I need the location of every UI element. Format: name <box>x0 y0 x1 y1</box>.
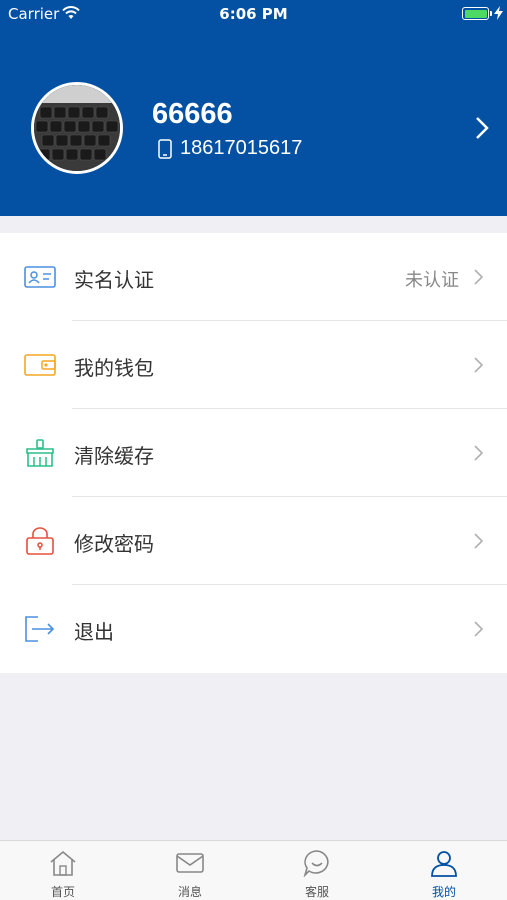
phone-number: 18617015617 <box>180 137 303 159</box>
verification-status: 未认证 <box>405 270 459 291</box>
charging-icon <box>494 6 503 20</box>
status-time: 6:06 PM <box>219 5 288 23</box>
menu-label: 修改密码 <box>74 532 154 556</box>
battery-icon <box>462 7 489 20</box>
menu-item-verification[interactable]: 实名认证 未认证 <box>0 233 507 321</box>
avatar-photo <box>34 85 120 171</box>
menu-label: 清除缓存 <box>74 444 154 468</box>
mail-icon <box>176 853 204 873</box>
tab-label: 我的 <box>431 885 456 899</box>
tab-support[interactable]: 客服 <box>254 841 380 900</box>
menu-item-logout[interactable]: 退出 <box>0 585 507 673</box>
menu-label: 实名认证 <box>74 268 154 292</box>
tab-bar: 首页 消息 客服 我的 <box>0 840 507 900</box>
tab-home[interactable]: 首页 <box>0 841 126 900</box>
wallet-icon <box>24 354 56 376</box>
user-icon <box>431 851 457 877</box>
menu-item-clear-cache[interactable]: 清除缓存 <box>0 409 507 497</box>
battery-tip <box>490 11 492 16</box>
status-bar: Carrier 6:06 PM <box>0 0 507 28</box>
profile-row[interactable]: 66666 18617015617 <box>0 78 507 178</box>
tab-label: 消息 <box>177 885 202 899</box>
chat-icon <box>303 850 329 877</box>
chevron-right-icon[interactable] <box>475 116 489 140</box>
username: 66666 <box>152 98 233 130</box>
lock-icon <box>26 527 54 555</box>
menu-item-wallet[interactable]: 我的钱包 <box>0 321 507 409</box>
chevron-right-icon <box>474 357 483 373</box>
chevron-right-icon <box>474 269 483 285</box>
logout-icon <box>25 616 55 642</box>
menu-item-change-password[interactable]: 修改密码 <box>0 497 507 585</box>
menu-label: 我的钱包 <box>74 356 154 380</box>
chevron-right-icon <box>474 533 483 549</box>
home-icon <box>50 850 76 876</box>
tab-messages[interactable]: 消息 <box>127 841 253 900</box>
id-card-icon <box>24 266 56 288</box>
avatar[interactable] <box>31 82 123 174</box>
tab-mine[interactable]: 我的 <box>381 841 507 900</box>
profile-header: Carrier 6:06 PM 66666 18617015617 <box>0 0 507 216</box>
chevron-right-icon <box>474 445 483 461</box>
chevron-right-icon <box>474 621 483 637</box>
settings-menu: 实名认证 未认证 我的钱包 清除缓存 修改密码 退出 <box>0 233 507 673</box>
tab-label: 首页 <box>50 885 75 899</box>
tab-label: 客服 <box>304 885 329 899</box>
phone-icon <box>158 139 172 159</box>
menu-label: 退出 <box>74 620 114 644</box>
broom-icon <box>26 439 54 467</box>
